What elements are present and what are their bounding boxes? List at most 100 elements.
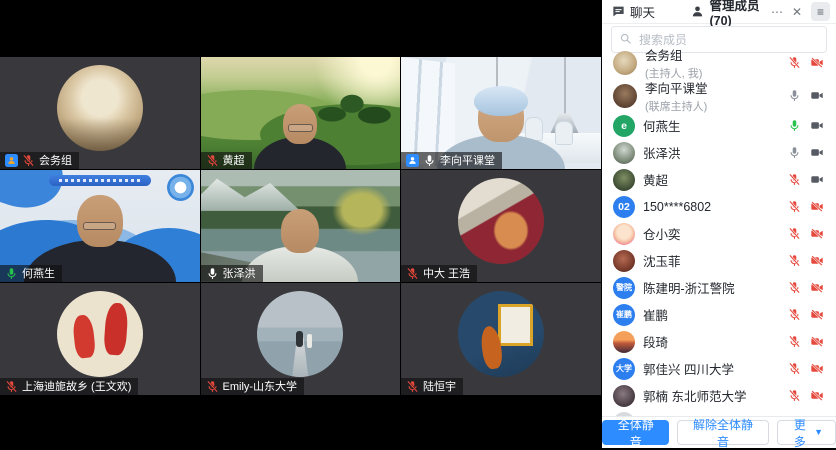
- member-avatar: [613, 51, 637, 75]
- banner: [49, 175, 151, 186]
- mic-on-icon: [206, 267, 219, 280]
- member-texts: 郭佳兴 四川大学: [643, 359, 780, 378]
- camera-off-icon[interactable]: [808, 389, 826, 402]
- member-avatar: [613, 84, 637, 108]
- mic-speaking-icon[interactable]: [785, 119, 803, 132]
- member-row[interactable]: 段琦: [602, 328, 836, 355]
- tab-label: 聊天: [630, 2, 655, 21]
- camera-off-icon[interactable]: [808, 281, 826, 294]
- video-tile-2[interactable]: 黄超: [201, 57, 401, 169]
- member-avatar: [613, 223, 635, 245]
- member-row[interactable]: 沈玉菲: [602, 247, 836, 274]
- member-name: 陈建明-浙江警院: [643, 278, 780, 297]
- tile-name-label: 陆恒宇: [401, 378, 463, 395]
- member-name: 郭楠 东北师范大学: [643, 386, 780, 405]
- profile-avatar: [257, 291, 343, 377]
- more-icon[interactable]: ⋯: [771, 6, 783, 18]
- mic-muted-icon[interactable]: [785, 281, 803, 294]
- member-avatar: 02: [613, 196, 635, 218]
- mic-muted-icon[interactable]: [785, 335, 803, 348]
- more-button[interactable]: 更多 ▼: [777, 420, 836, 445]
- mic-muted-icon[interactable]: [785, 227, 803, 240]
- profile-avatar: [458, 291, 544, 377]
- cohost-badge-icon: [406, 154, 419, 167]
- members-panel: 聊天 管理成员 (70) ⋯ ✕ ≡ 会务组 (主持人, 我) 李向平课: [602, 0, 836, 448]
- member-name: 何燕生: [643, 116, 780, 135]
- members-icon: [691, 5, 704, 18]
- camera-off-icon[interactable]: [808, 227, 826, 240]
- mic-muted-icon[interactable]: [785, 254, 803, 267]
- member-avatar: [613, 142, 635, 164]
- member-role: (联席主持人): [645, 98, 780, 114]
- camera-off-icon[interactable]: [808, 200, 826, 213]
- mic-muted-icon[interactable]: [785, 389, 803, 402]
- member-row[interactable]: 崔鹏 崔鹏: [602, 301, 836, 328]
- mic-muted-icon[interactable]: [785, 200, 803, 213]
- member-name: 沈玉菲: [643, 251, 780, 270]
- video-tile-7[interactable]: 上海迪旎故乡 (王文欢): [0, 283, 200, 395]
- host-badge-icon: [5, 154, 18, 167]
- tab-chat[interactable]: 聊天: [612, 2, 691, 21]
- video-tile-8[interactable]: Emily-山东大学: [201, 283, 401, 395]
- participant-name: 陆恒宇: [423, 378, 456, 394]
- member-row[interactable]: e 何燕生: [602, 112, 836, 139]
- member-texts: 郭楠 东北师范大学: [643, 386, 780, 405]
- member-avatar: [613, 385, 635, 407]
- camera-on-icon[interactable]: [808, 89, 826, 102]
- participant-name: 中大 王浩: [423, 265, 470, 281]
- mic-muted-icon[interactable]: [785, 308, 803, 321]
- member-row[interactable]: 李向平课堂 (联席主持人): [602, 79, 836, 112]
- member-row[interactable]: 会务组 (主持人, 我): [602, 46, 836, 79]
- member-texts: 沈玉菲: [643, 251, 780, 270]
- video-grid-area: 会务组黄超李向平课堂何燕生 张泽洪 中大 王浩上海迪旎故乡 (王文欢) Emily-山…: [0, 0, 601, 448]
- layout-icon[interactable]: ≡: [811, 2, 830, 21]
- member-texts: 段琦: [643, 332, 780, 351]
- tile-name-label: 何燕生: [0, 265, 62, 282]
- camera-on-icon[interactable]: [808, 146, 826, 159]
- participant-figure: [254, 104, 346, 169]
- camera-on-icon[interactable]: [808, 119, 826, 132]
- video-tile-5[interactable]: 张泽洪: [201, 170, 401, 282]
- mic-muted-icon[interactable]: [785, 173, 803, 186]
- member-name: 郭佳兴 四川大学: [643, 359, 780, 378]
- tab-label: 管理成员 (70): [709, 0, 770, 28]
- camera-off-icon[interactable]: [808, 308, 826, 321]
- member-avatar: 大学: [613, 358, 635, 380]
- member-name: 张泽洪: [643, 143, 780, 162]
- member-name: 仓小奕: [643, 224, 780, 243]
- mic-muted-icon: [206, 154, 219, 167]
- video-tile-3[interactable]: 李向平课堂: [401, 57, 601, 169]
- mic-on-icon[interactable]: [785, 146, 803, 159]
- member-avatar: [613, 331, 635, 353]
- member-row[interactable]: 02 150****6802: [602, 193, 836, 220]
- camera-off-icon[interactable]: [808, 335, 826, 348]
- video-tile-6[interactable]: 中大 王浩: [401, 170, 601, 282]
- video-tile-9[interactable]: 陆恒宇: [401, 283, 601, 395]
- unmute-all-button[interactable]: 解除全体静音: [677, 420, 768, 445]
- mute-all-button[interactable]: 全体静音: [602, 420, 669, 445]
- video-tile-4[interactable]: 何燕生: [0, 170, 200, 282]
- mic-muted-icon[interactable]: [785, 362, 803, 375]
- member-row[interactable]: 大学 郭佳兴 四川大学: [602, 355, 836, 382]
- camera-off-icon[interactable]: [808, 362, 826, 375]
- participant-name: 李向平课堂: [440, 152, 495, 168]
- video-tile-1[interactable]: 会务组: [0, 57, 200, 169]
- mic-on-icon[interactable]: [785, 89, 803, 102]
- member-avatar: 崔鹏: [613, 304, 635, 326]
- camera-off-icon[interactable]: [808, 254, 826, 267]
- camera-on-icon[interactable]: [808, 173, 826, 186]
- member-texts: 150****6802: [643, 200, 780, 214]
- member-row[interactable]: 警院 陈建明-浙江警院: [602, 274, 836, 301]
- tab-manage-members[interactable]: 管理成员 (70): [691, 0, 770, 28]
- camera-off-icon[interactable]: [808, 56, 826, 69]
- profile-avatar: [57, 65, 143, 151]
- member-row[interactable]: 黄超: [602, 166, 836, 193]
- mic-muted-icon[interactable]: [785, 56, 803, 69]
- member-row[interactable]: 张泽洪: [602, 139, 836, 166]
- close-icon[interactable]: ✕: [792, 6, 802, 18]
- tile-name-label: 上海迪旎故乡 (王文欢): [0, 378, 138, 395]
- participant-name: 张泽洪: [223, 265, 256, 281]
- member-row[interactable]: 仓小奕: [602, 220, 836, 247]
- member-row[interactable]: 郭楠 东北师范大学: [602, 382, 836, 409]
- mic-muted-icon: [406, 380, 419, 393]
